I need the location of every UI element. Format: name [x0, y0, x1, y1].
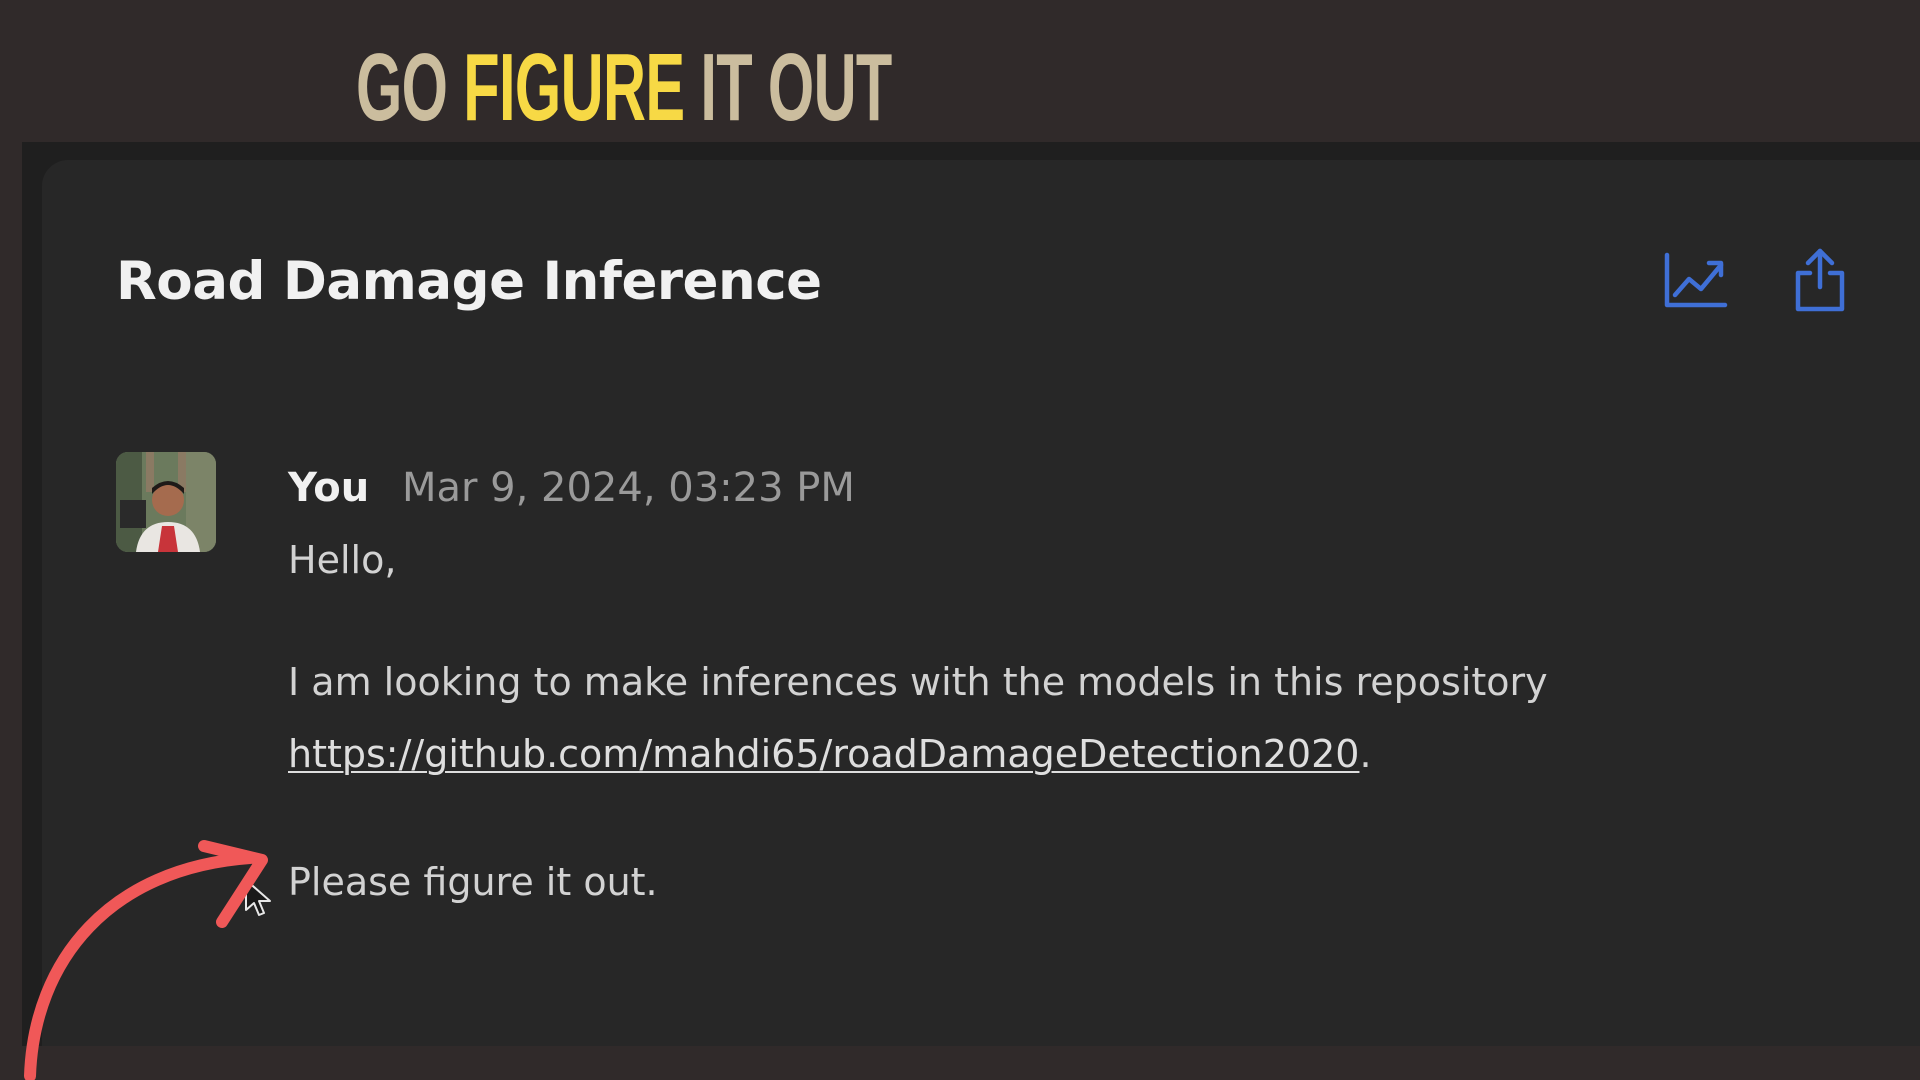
- line-chart-icon: [1664, 252, 1728, 308]
- link-suffix: .: [1359, 732, 1372, 776]
- thread-title: Road Damage Inference: [116, 251, 822, 312]
- banner-word-go: GO: [356, 34, 448, 141]
- message-body: I am looking to make inferences with the…: [288, 660, 1548, 704]
- banner-heading: GO FIGURE IT OUT: [356, 28, 892, 148]
- message-closing: Please figure it out.: [288, 860, 658, 904]
- share-icon: [1795, 248, 1845, 312]
- share-button[interactable]: [1784, 244, 1856, 316]
- stats-button[interactable]: [1660, 244, 1732, 316]
- repository-link[interactable]: https://github.com/mahdi65/roadDamageDet…: [288, 732, 1359, 776]
- message-timestamp: Mar 9, 2024, 03:23 PM: [401, 465, 855, 511]
- screenshot-panel: Road Damage Inference You Mar 9, 2024, 0…: [22, 142, 1920, 1046]
- user-photo-icon: [116, 452, 216, 552]
- avatar: [116, 452, 216, 552]
- mouse-cursor-icon: [245, 879, 271, 916]
- message-greeting: Hello,: [288, 538, 397, 582]
- thread-card: Road Damage Inference You Mar 9, 2024, 0…: [42, 160, 1920, 1046]
- message-link-line: https://github.com/mahdi65/roadDamageDet…: [288, 726, 1372, 782]
- banner-word-it-out: IT OUT: [700, 34, 892, 141]
- message-header: You Mar 9, 2024, 03:23 PM: [288, 460, 855, 516]
- banner-word-figure: FIGURE: [463, 34, 685, 141]
- message-author: You: [288, 465, 370, 511]
